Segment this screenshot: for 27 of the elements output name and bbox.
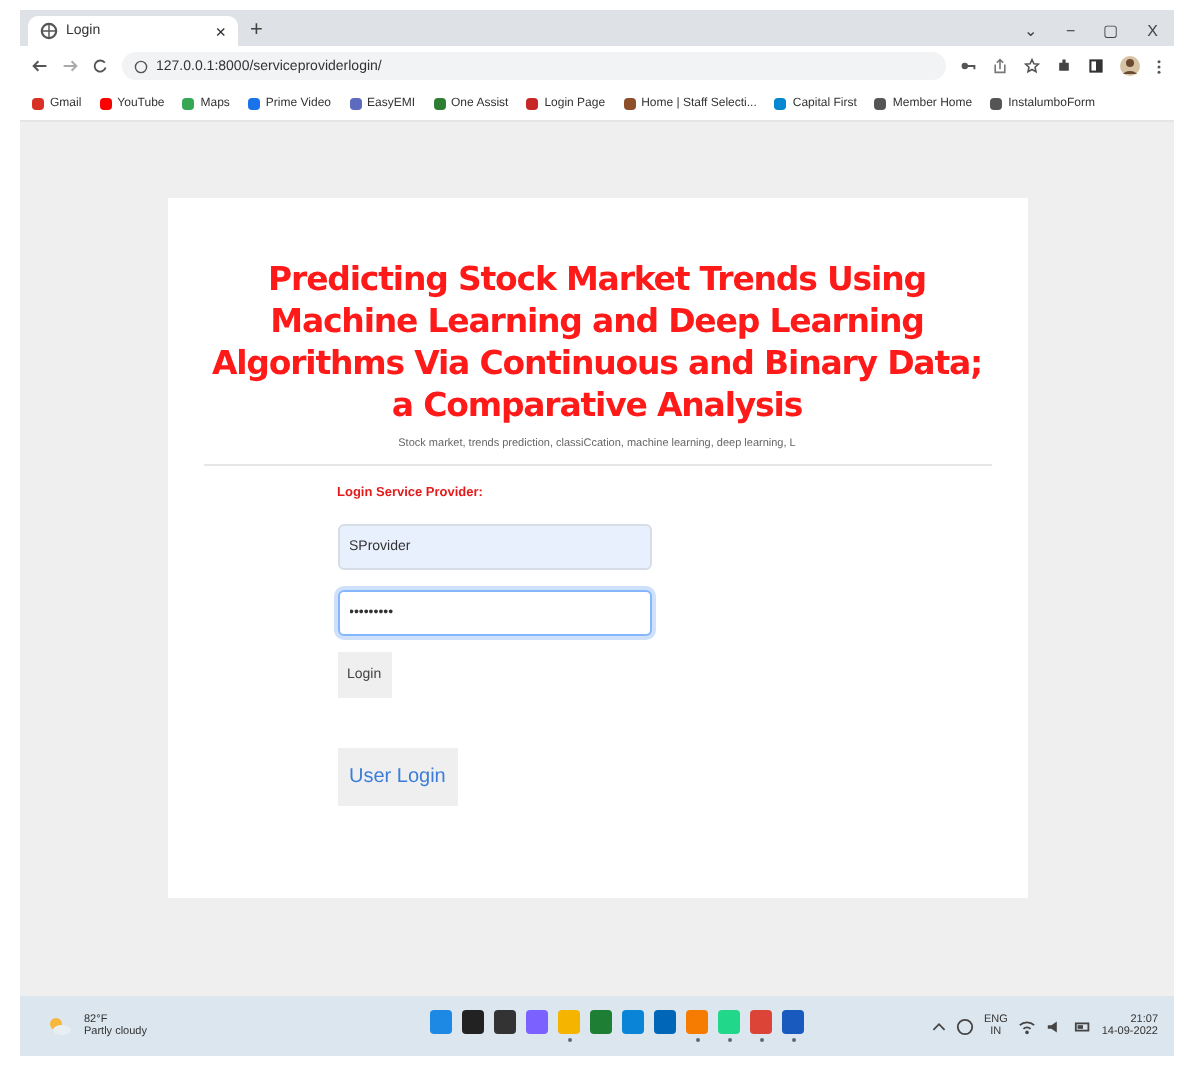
battery-icon[interactable]	[1073, 1017, 1092, 1035]
user-login-button[interactable]: User Login	[337, 748, 458, 806]
info-icon	[134, 59, 148, 73]
back-icon[interactable]	[32, 58, 48, 74]
taskbar-app-icon[interactable]	[462, 1010, 484, 1034]
taskbar-app-icon[interactable]	[654, 1010, 676, 1034]
star-icon[interactable]	[1024, 58, 1040, 74]
caret-icon[interactable]	[931, 1019, 946, 1033]
window-control[interactable]: ▢	[1103, 22, 1120, 40]
globe-icon	[40, 22, 58, 40]
avatar-icon[interactable]	[1120, 54, 1140, 78]
menu-icon[interactable]	[1156, 57, 1162, 75]
taskbar-app-icon[interactable]	[782, 1010, 804, 1034]
window-control[interactable]: ⌄	[1023, 22, 1038, 40]
key-icon[interactable]	[960, 58, 976, 74]
window-control[interactable]: −	[1065, 22, 1076, 40]
window-control[interactable]: X	[1147, 22, 1158, 40]
reload-icon[interactable]	[92, 58, 108, 74]
weather-icon	[48, 1016, 72, 1036]
taskbar-app-icon[interactable]	[494, 1010, 516, 1034]
page-title: Predicting Stock Market Trends Using Machine Learning and Deep Learning Algorithms Via Continuous and Binary Data; a Comparative Analysis	[209, 258, 985, 426]
network-icon[interactable]	[955, 1017, 974, 1035]
sidebar-icon[interactable]	[1088, 58, 1104, 74]
share-icon[interactable]	[992, 58, 1008, 74]
new-tab-button[interactable]: +	[238, 18, 275, 46]
wifi-icon[interactable]	[1017, 1017, 1036, 1035]
close-tab-button[interactable]: ×	[215, 21, 226, 41]
